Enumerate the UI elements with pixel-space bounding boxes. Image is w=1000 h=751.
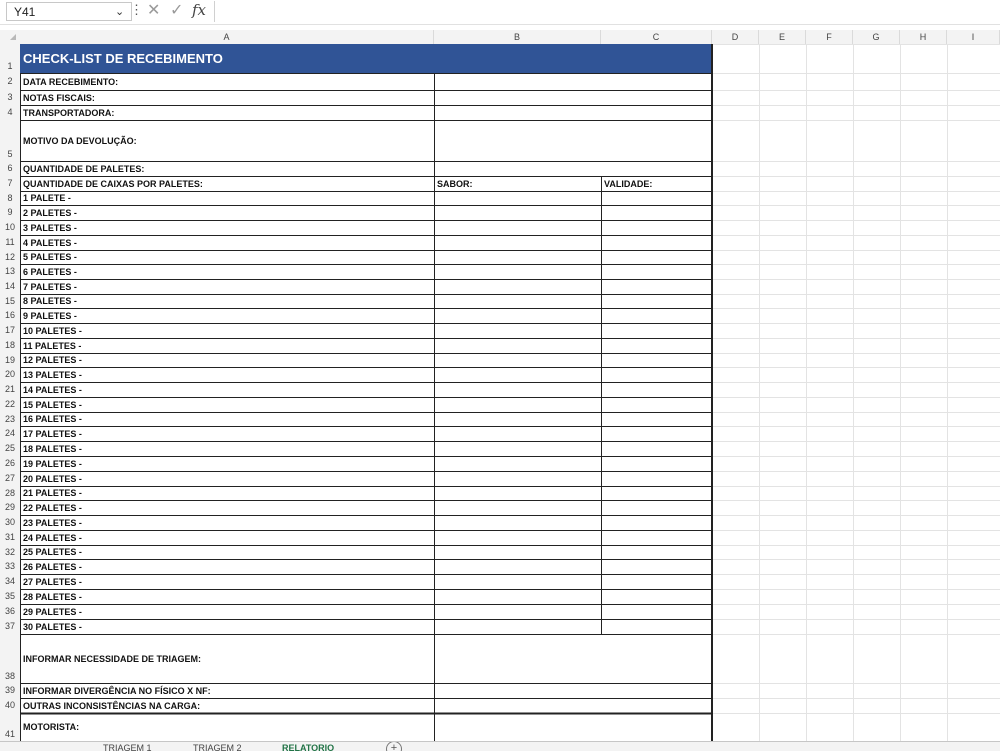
cell-a[interactable]: 26 PALETES -	[23, 562, 82, 573]
cell-a[interactable]: QUANTIDADE DE CAIXAS POR PALETES:	[23, 179, 203, 190]
cell-a[interactable]: TRANSPORTADORA:	[23, 108, 114, 119]
cell-a[interactable]: 10 PALETES -	[23, 326, 82, 337]
cell-a[interactable]: 6 PALETES -	[23, 267, 77, 278]
cell-a[interactable]: 28 PALETES -	[23, 592, 82, 603]
cell-a[interactable]: 1 PALETE -	[23, 193, 71, 204]
cell-a[interactable]: INFORMAR DIVERGÊNCIA NO FÍSICO X NF:	[23, 686, 211, 697]
cell-a[interactable]: 16 PALETES -	[23, 414, 82, 425]
cell-a[interactable]: 13 PALETES -	[23, 370, 82, 381]
cell-a[interactable]: 30 PALETES -	[23, 622, 82, 633]
cell-a[interactable]: 18 PALETES -	[23, 444, 82, 455]
cell-a[interactable]: MOTORISTA:	[23, 722, 79, 733]
cell-a[interactable]: 27 PALETES -	[23, 577, 82, 588]
cell-a[interactable]: INFORMAR NECESSIDADE DE TRIAGEM:	[23, 654, 201, 665]
cell-a[interactable]: NOTAS FISCAIS:	[23, 93, 95, 104]
gridlines	[20, 44, 1000, 742]
cell-a[interactable]: 23 PALETES -	[23, 518, 82, 529]
cell-c[interactable]: VALIDADE:	[604, 179, 652, 190]
cell-a[interactable]: DATA RECEBIMENTO:	[23, 77, 118, 88]
cell-a[interactable]: 4 PALETES -	[23, 238, 77, 249]
cell-a[interactable]: 15 PALETES -	[23, 400, 82, 411]
cell-a[interactable]: 22 PALETES -	[23, 503, 82, 514]
cell-a[interactable]: 19 PALETES -	[23, 459, 82, 470]
cell-a[interactable]: 25 PALETES -	[23, 547, 82, 558]
cell-a[interactable]: 17 PALETES -	[23, 429, 82, 440]
cell-a[interactable]: 11 PALETES -	[23, 341, 81, 352]
cell-a[interactable]: MOTIVO DA DEVOLUÇÃO:	[23, 136, 137, 147]
cell-a[interactable]: QUANTIDADE DE PALETES:	[23, 164, 144, 175]
cell-a[interactable]: 5 PALETES -	[23, 252, 77, 263]
cell-a[interactable]: 14 PALETES -	[23, 385, 82, 396]
cell-a[interactable]: 24 PALETES -	[23, 533, 82, 544]
cell-a[interactable]: 3 PALETES -	[23, 223, 77, 234]
cell-a[interactable]: 29 PALETES -	[23, 607, 82, 618]
cell-a[interactable]: 20 PALETES -	[23, 474, 82, 485]
cell-a[interactable]: 21 PALETES -	[23, 488, 82, 499]
cell-a[interactable]: 12 PALETES -	[23, 355, 82, 366]
cell-a[interactable]: 7 PALETES -	[23, 282, 77, 293]
cell-b[interactable]: SABOR:	[437, 179, 473, 190]
cell-a[interactable]: OUTRAS INCONSISTÊNCIAS NA CARGA:	[23, 701, 200, 712]
cell-a[interactable]: 8 PALETES -	[23, 296, 77, 307]
cell-a[interactable]: 9 PALETES -	[23, 311, 77, 322]
cell-a[interactable]: 2 PALETES -	[23, 208, 77, 219]
